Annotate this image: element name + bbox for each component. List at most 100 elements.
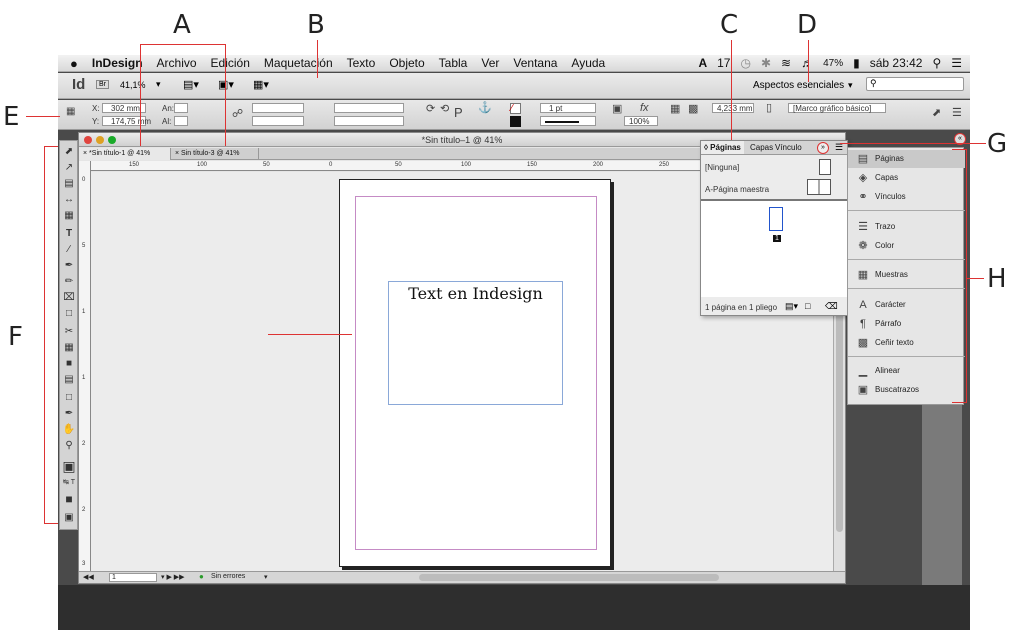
apple-icon[interactable]: ● <box>58 56 85 71</box>
effects-icon[interactable]: fx <box>640 103 649 114</box>
object-style-icon[interactable]: ▯ <box>766 103 772 114</box>
scale-y-field[interactable] <box>252 116 304 126</box>
drop-shadow-icon[interactable]: ▣ <box>612 104 622 115</box>
none-master[interactable]: [Ninguna] <box>705 163 739 172</box>
dock-item-buscatrazos[interactable]: ▣ Buscatrazos <box>848 381 965 399</box>
direct-selection-tool-icon[interactable]: ↗ <box>60 163 78 173</box>
pages-area[interactable]: 1 <box>701 199 847 297</box>
constrain-proportions-icon[interactable]: ☍ <box>232 109 243 120</box>
stroke-swatch-icon[interactable] <box>510 116 521 127</box>
selection-tool-icon[interactable]: ⬈ <box>60 147 78 157</box>
menu-ventana[interactable]: Ventana <box>506 56 564 70</box>
flip-icon[interactable]: ⟲ <box>440 104 449 115</box>
free-transform-tool-icon[interactable]: ▦ <box>60 343 78 353</box>
menu-tabla[interactable]: Tabla <box>432 56 475 70</box>
bluetooth-icon[interactable]: ✱ <box>761 56 771 70</box>
type-tool-icon[interactable]: T <box>60 229 78 239</box>
swap-colors-icon[interactable]: ↹ T <box>60 479 78 486</box>
menu-ver[interactable]: Ver <box>474 56 506 70</box>
dock-item-capas[interactable]: ◈ Capas <box>848 169 965 187</box>
page-nav-icon[interactable]: ▾ ▶ ▶▶ <box>161 573 185 581</box>
none-master-thumb[interactable] <box>819 159 831 175</box>
delete-page-icon[interactable]: ⌫ <box>825 301 838 312</box>
preflight-status[interactable]: Sin errores <box>211 573 245 580</box>
minimize-window-icon[interactable] <box>96 136 104 144</box>
dock-item-muestras[interactable]: ▦ Muestras <box>848 266 965 284</box>
pencil-tool-icon[interactable]: ✏ <box>60 277 78 287</box>
reference-point-icon[interactable]: ▦ <box>66 107 75 117</box>
apply-color-icon[interactable]: ■ <box>60 493 78 505</box>
stroke-weight-field[interactable]: 1 pt <box>540 103 596 113</box>
menu-ayuda[interactable]: Ayuda <box>564 56 612 70</box>
distribute-icon[interactable]: ⚓ <box>478 103 492 114</box>
dock-item-cenir-texto[interactable]: ▩ Ceñir texto <box>848 334 965 352</box>
height-field[interactable] <box>174 116 188 126</box>
notification-icon[interactable]: ☰ <box>951 56 962 70</box>
gap-tool-icon[interactable]: ↔ <box>60 195 78 205</box>
scale-x-field[interactable] <box>252 103 304 113</box>
page-1-thumb[interactable] <box>769 207 783 231</box>
width-field[interactable] <box>174 103 188 113</box>
menu-maquetacion[interactable]: Maquetación <box>257 56 340 70</box>
lightning-icon[interactable]: ⬈ <box>932 108 941 119</box>
dock-item-trazo[interactable]: ☰ Trazo <box>848 218 965 236</box>
tab-document-1[interactable]: × *Sin título-1 @ 41% <box>79 148 171 160</box>
workspace-caret-icon[interactable]: ▾ <box>848 80 853 91</box>
a-master[interactable]: A-Página maestra <box>705 185 769 194</box>
tab-pages[interactable]: ◊ Páginas <box>701 141 744 154</box>
hand-tool-icon[interactable]: ✋ <box>60 425 78 435</box>
menu-archivo[interactable]: Archivo <box>150 56 204 70</box>
menu-texto[interactable]: Texto <box>340 56 383 70</box>
page-tool-icon[interactable]: ▤ <box>60 179 78 189</box>
stroke-type-field[interactable] <box>540 116 596 126</box>
tab-document-3[interactable]: × Sin título-3 @ 41% <box>171 148 259 160</box>
text-frame[interactable]: Text en Indesign <box>388 281 563 405</box>
preflight-menu-icon[interactable]: ▾ <box>264 573 268 581</box>
spotlight-icon[interactable]: ⚲ <box>932 56 941 70</box>
fill-swatch-icon[interactable]: ∕ <box>510 103 521 114</box>
eyedropper-tool-icon[interactable]: ✒ <box>60 409 78 419</box>
close-window-icon[interactable] <box>84 136 92 144</box>
dock-item-alinear[interactable]: ▁ Alinear <box>848 362 965 380</box>
line-tool-icon[interactable]: ∕ <box>60 245 78 255</box>
arrange-documents-icon[interactable]: ▦▾ <box>253 78 269 91</box>
view-options-icon[interactable]: ▤▾ <box>183 78 199 91</box>
note-tool-icon[interactable]: □ <box>60 393 78 403</box>
first-page-icon[interactable]: ◀◀ <box>83 573 94 581</box>
gradient-feather-tool-icon[interactable]: ▤ <box>60 375 78 385</box>
rotate-icon[interactable]: ⟳ <box>426 104 435 115</box>
menu-edicion[interactable]: Edición <box>204 56 257 70</box>
rectangle-frame-tool-icon[interactable]: ⌧ <box>60 293 78 303</box>
view-mode-icon[interactable]: ▣ <box>60 513 78 523</box>
panel-menu-icon[interactable]: ☰ <box>952 108 962 119</box>
dock-item-parrafo[interactable]: ¶ Párrafo <box>848 315 965 333</box>
new-page-icon[interactable]: □ <box>805 301 810 311</box>
zoom-tool-icon[interactable]: ⚲ <box>60 441 78 451</box>
shear-field[interactable] <box>334 116 404 126</box>
dock-item-vinculos[interactable]: ⚭ Vínculos <box>848 188 965 206</box>
rectangle-tool-icon[interactable]: □ <box>60 309 78 319</box>
menu-objeto[interactable]: Objeto <box>382 56 431 70</box>
dock-item-paginas[interactable]: ▤ Páginas <box>848 150 965 168</box>
document-page[interactable]: Text en Indesign <box>339 179 611 567</box>
pen-tool-icon[interactable]: ✒ <box>60 261 78 271</box>
content-collector-icon[interactable]: ▦ <box>60 211 78 221</box>
select-container-icon[interactable]: P <box>454 106 463 119</box>
gradient-swatch-tool-icon[interactable]: ■ <box>60 359 78 369</box>
size-field[interactable]: 4,233 mm <box>712 103 754 113</box>
help-search-input[interactable]: ⚲ <box>866 77 964 91</box>
clock[interactable]: sáb 23:42 <box>870 56 923 70</box>
battery-icon[interactable]: ▮ <box>853 56 860 70</box>
a-master-thumb[interactable] <box>807 179 831 195</box>
zoom-level[interactable]: 41,1% <box>120 80 146 90</box>
vertical-ruler[interactable]: 0 5 1 1 2 2 3 <box>79 161 91 571</box>
scissors-tool-icon[interactable]: ✂ <box>60 327 78 337</box>
fill-stroke-icon[interactable]: ▣ <box>60 459 78 473</box>
rotation-field[interactable] <box>334 103 404 113</box>
opacity-field[interactable]: 100% <box>624 116 658 126</box>
collapse-panel-icon[interactable]: » <box>817 142 829 154</box>
workspace-switcher[interactable]: Aspectos esenciales <box>753 80 844 91</box>
auto-fit-icon[interactable]: ▩ <box>688 104 698 115</box>
adobe-icon[interactable]: A <box>698 56 707 70</box>
page-number-field[interactable]: 1 <box>109 573 157 582</box>
